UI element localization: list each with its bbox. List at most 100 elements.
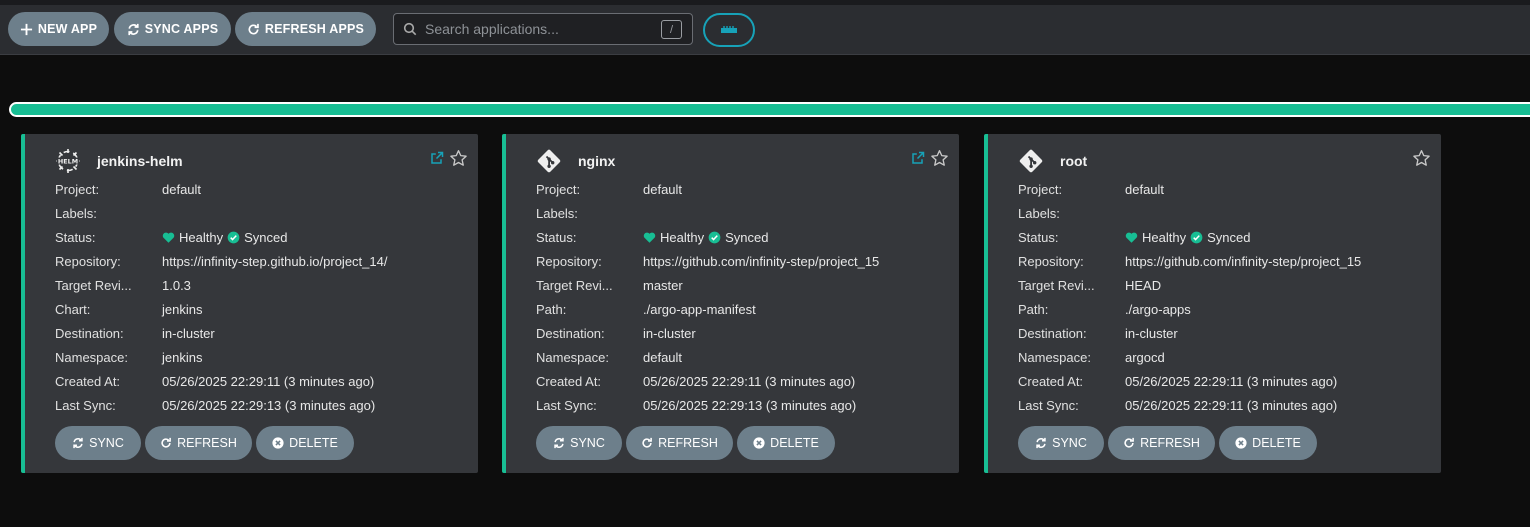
created-at-value: 05/26/2025 22:29:11 (3 minutes ago) [1125, 373, 1338, 389]
delete-button[interactable]: DELETE [256, 426, 354, 460]
source-row: Path: ./argo-app-manifest [536, 297, 879, 321]
search-input[interactable] [425, 21, 655, 37]
git-icon [536, 148, 562, 174]
namespace-value: default [643, 349, 683, 365]
labels-row: Labels: [1018, 201, 1361, 225]
last-sync-label: Last Sync: [55, 397, 116, 413]
heart-icon [1125, 232, 1138, 243]
created-at-row: Created At: 05/26/2025 22:29:11 (3 minut… [1018, 369, 1361, 393]
sync-status: Synced [1207, 229, 1251, 245]
external-link-icon[interactable] [911, 151, 925, 165]
labels-row: Labels: [55, 201, 387, 225]
last-sync-row: Last Sync: 05/26/2025 22:29:13 (3 minute… [536, 393, 879, 417]
last-sync-label: Last Sync: [1018, 397, 1079, 413]
namespace-value: argocd [1125, 349, 1165, 365]
external-link-icon[interactable] [430, 151, 444, 165]
repository-value: https://infinity-step.github.io/project_… [162, 253, 388, 269]
check-circle-icon [708, 231, 721, 243]
project-value: default [162, 181, 202, 197]
delete-label: DELETE [289, 436, 338, 450]
created-at-row: Created At: 05/26/2025 22:29:11 (3 minut… [55, 369, 387, 393]
plus-icon [20, 23, 32, 35]
created-at-label: Created At: [55, 373, 121, 389]
favorite-star-icon[interactable] [930, 149, 949, 168]
status-value: Healthy Synced [643, 230, 768, 245]
sync-icon [72, 437, 84, 449]
namespace-value: jenkins [162, 349, 203, 365]
sync-status: Synced [244, 229, 288, 245]
source-row: Path: ./argo-apps [1018, 297, 1361, 321]
heart-icon [643, 232, 656, 243]
sync-icon [553, 437, 565, 449]
delete-button[interactable]: DELETE [1219, 426, 1317, 460]
app-details: Project: default Labels: Status: Healthy… [55, 177, 387, 417]
created-at-label: Created At: [1018, 373, 1084, 389]
created-at-value: 05/26/2025 22:29:11 (3 minutes ago) [643, 373, 856, 389]
sync-button[interactable]: SYNC [1018, 426, 1104, 460]
source-value: jenkins [162, 301, 203, 317]
app-name[interactable]: jenkins-helm [97, 153, 183, 169]
target-revision-label: Target Revi... [1018, 277, 1095, 293]
sync-apps-button[interactable]: SYNC APPS [114, 12, 231, 46]
app-actions: SYNC REFRESH DELETE [1018, 426, 1317, 460]
target-revision-label: Target Revi... [536, 277, 613, 293]
project-row: Project: default [55, 177, 387, 201]
sync-icon [128, 23, 139, 35]
target-revision-value: master [643, 277, 683, 293]
destination-label: Destination: [1018, 325, 1087, 341]
app-card-header: root [1018, 148, 1087, 174]
destination-row: Destination: in-cluster [536, 321, 879, 345]
app-card-root[interactable]: root Project: default Labels: Status: He… [984, 134, 1441, 473]
repository-row: Repository: https://infinity-step.github… [55, 249, 387, 273]
view-type-button[interactable] [703, 13, 755, 47]
source-label: Path: [1018, 301, 1049, 317]
project-value: default [1125, 181, 1165, 197]
heart-icon [162, 232, 175, 243]
new-app-button[interactable]: NEW APP [8, 12, 109, 46]
status-value: Healthy Synced [162, 230, 287, 245]
status-label: Status: [1018, 229, 1059, 245]
sync-button[interactable]: SYNC [55, 426, 141, 460]
refresh-icon [1123, 437, 1135, 449]
refresh-button[interactable]: REFRESH [1108, 426, 1215, 460]
target-revision-value: HEAD [1125, 277, 1162, 293]
labels-label: Labels: [536, 205, 578, 221]
target-revision-row: Target Revi... 1.0.3 [55, 273, 387, 297]
git-icon [1018, 148, 1044, 174]
repository-label: Repository: [55, 253, 121, 269]
app-name[interactable]: nginx [578, 153, 615, 169]
app-card-nginx[interactable]: nginx Project: default Labels: Status: H… [502, 134, 959, 473]
repository-value: https://github.com/infinity-step/project… [643, 253, 880, 269]
labels-label: Labels: [1018, 205, 1060, 221]
ruler-icon [721, 26, 737, 33]
source-label: Path: [536, 301, 567, 317]
refresh-icon [248, 23, 259, 34]
check-circle-icon [1190, 231, 1203, 243]
search-shortcut-hint: / [661, 20, 682, 39]
sync-status: Synced [725, 229, 769, 245]
last-sync-value: 05/26/2025 22:29:11 (3 minutes ago) [1125, 397, 1338, 413]
sync-button[interactable]: SYNC [536, 426, 622, 460]
sync-icon [1035, 437, 1047, 449]
source-value: ./argo-apps [1125, 301, 1191, 317]
favorite-star-icon[interactable] [1412, 149, 1431, 168]
refresh-button[interactable]: REFRESH [626, 426, 733, 460]
repository-value: https://github.com/infinity-step/project… [1125, 253, 1362, 269]
repository-label: Repository: [1018, 253, 1084, 269]
refresh-apps-button[interactable]: REFRESH APPS [235, 12, 376, 46]
project-label: Project: [55, 181, 100, 197]
namespace-row: Namespace: argocd [1018, 345, 1361, 369]
app-name[interactable]: root [1060, 153, 1087, 169]
favorite-star-icon[interactable] [449, 149, 468, 168]
status-row: Status: Healthy Synced [1018, 225, 1361, 249]
status-label: Status: [536, 229, 577, 245]
delete-icon [753, 437, 765, 449]
app-details: Project: default Labels: Status: Healthy… [1018, 177, 1361, 417]
app-card-jenkins-helm[interactable]: HELM jenkins-helm Project: default Label… [21, 134, 478, 473]
helm-icon: HELM [55, 148, 81, 174]
delete-button[interactable]: DELETE [737, 426, 835, 460]
destination-row: Destination: in-cluster [55, 321, 387, 345]
check-circle-icon [227, 231, 240, 243]
target-revision-label: Target Revi... [55, 277, 132, 293]
refresh-button[interactable]: REFRESH [145, 426, 252, 460]
